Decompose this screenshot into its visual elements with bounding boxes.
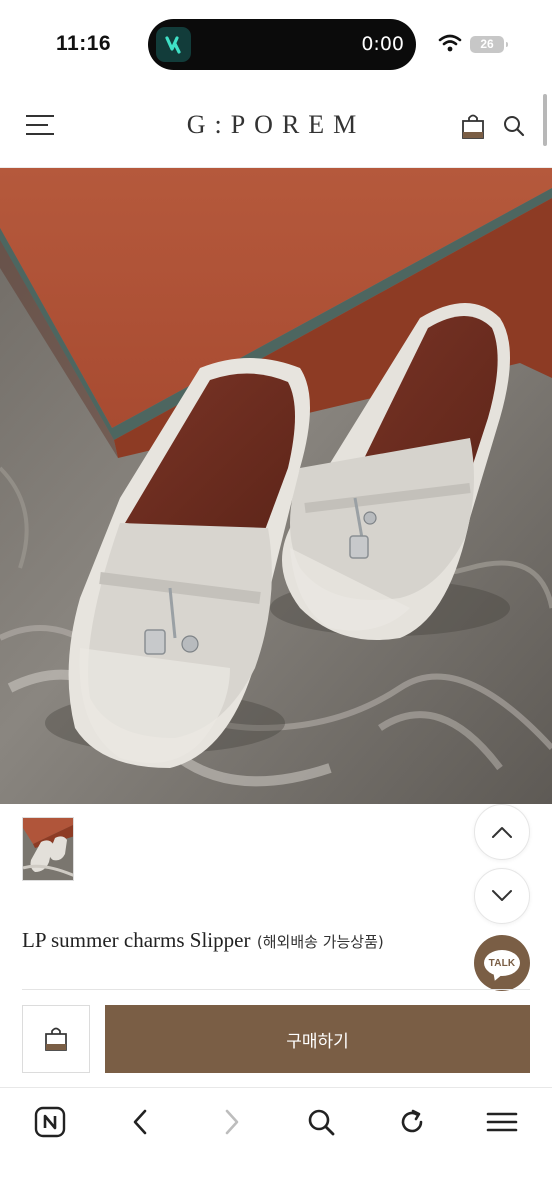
- activity-timer: 0:00: [361, 33, 404, 55]
- wifi-icon: [438, 34, 462, 57]
- battery-indicator: 26: [470, 36, 508, 53]
- product-thumbnail[interactable]: [22, 817, 74, 881]
- search-icon[interactable]: [502, 114, 526, 138]
- hamburger-menu-icon[interactable]: [482, 1102, 522, 1142]
- buy-button[interactable]: 구매하기: [105, 1005, 530, 1073]
- dynamic-island: 0:00: [148, 19, 416, 70]
- scroll-up-button[interactable]: [474, 804, 530, 860]
- add-to-cart-button[interactable]: [22, 1005, 90, 1073]
- shipping-note: (해외배송 가능상품): [256, 933, 384, 951]
- chevron-left-icon[interactable]: [120, 1102, 160, 1142]
- app-activity-icon: [156, 27, 191, 62]
- talk-bubble-icon: TALK: [484, 950, 520, 976]
- scroll-down-button[interactable]: [474, 868, 530, 924]
- product-title: LP summer charms Slipper (해외배송 가능상품): [22, 928, 384, 953]
- shopping-bag-icon[interactable]: [460, 112, 486, 140]
- divider: [22, 989, 530, 990]
- status-time: 11:16: [56, 32, 112, 55]
- naver-n-icon[interactable]: [30, 1102, 70, 1142]
- product-image[interactable]: [0, 168, 552, 804]
- shopping-bag-icon: [45, 1027, 67, 1051]
- search-icon[interactable]: [301, 1102, 341, 1142]
- chevron-up-icon: [492, 827, 512, 838]
- product-name: LP summer charms Slipper: [22, 928, 251, 952]
- chevron-right-icon[interactable]: [212, 1102, 252, 1142]
- site-header: G:POREM: [0, 88, 552, 168]
- scroll-indicator[interactable]: [543, 94, 547, 146]
- browser-toolbar: [0, 1087, 552, 1200]
- reload-icon[interactable]: [392, 1102, 432, 1142]
- chevron-down-icon: [492, 890, 512, 901]
- talk-label: TALK: [488, 957, 516, 969]
- status-bar: 11:16 0:00 26: [0, 0, 552, 88]
- talk-chat-button[interactable]: TALK: [474, 935, 530, 991]
